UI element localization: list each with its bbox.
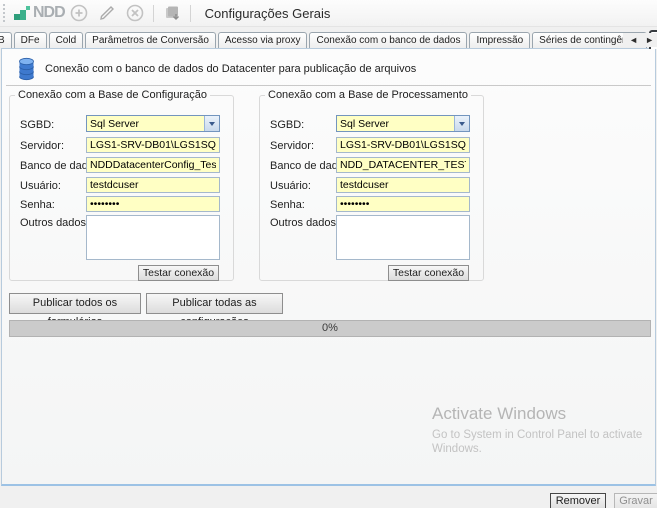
add-icon — [70, 4, 88, 22]
servidor-input[interactable] — [336, 137, 470, 153]
progress-percent-label: 0% — [10, 321, 650, 336]
ndd-logo-text: NDD — [33, 4, 65, 22]
remover-button[interactable]: Remover — [550, 493, 606, 508]
servidor-label: Servidor: — [270, 140, 314, 152]
chevron-down-icon[interactable] — [204, 116, 219, 131]
toolbar-separator — [190, 5, 191, 22]
publish-icon — [163, 4, 181, 22]
gravar-button[interactable]: Gravar — [614, 493, 657, 508]
usuario-label: Usuário: — [20, 180, 61, 192]
outros-dados-label: Outros dados: — [270, 217, 339, 229]
toolbar-grip[interactable] — [3, 4, 7, 22]
usuario-input[interactable] — [86, 177, 220, 193]
database-icon — [18, 57, 35, 81]
group-title: Conexão com a Base de Configuração — [15, 89, 210, 101]
tab-scroll-controls: ◄ ► — [623, 33, 657, 47]
senha-label: Senha: — [20, 199, 55, 211]
testar-conexao-button[interactable]: Testar conexão — [388, 265, 469, 281]
tab-scroll-right-icon[interactable]: ► — [645, 34, 654, 46]
publicar-configuracoes-button[interactable]: Publicar todas as configurações — [146, 293, 283, 314]
app-window: NDD Configura — [0, 0, 657, 508]
sgbd-select[interactable]: Sql Server — [336, 115, 470, 132]
delete-button[interactable] — [124, 2, 146, 24]
edit-button[interactable] — [96, 2, 118, 24]
sgbd-label: SGBD: — [270, 119, 304, 131]
tab-scroll-left-icon[interactable]: ◄ — [629, 34, 638, 46]
usuario-input[interactable] — [336, 177, 470, 193]
sgbd-selected-value: Sql Server — [337, 118, 454, 130]
group-base-configuracao: Conexão com a Base de Configuração SGBD:… — [9, 89, 234, 281]
sgbd-selected-value: Sql Server — [87, 118, 204, 130]
usuario-label: Usuário: — [270, 180, 311, 192]
publish-progress-bar: 0% — [9, 320, 651, 337]
tab-parametros-conversao[interactable]: Parâmetros de Conversão — [85, 32, 216, 49]
info-banner-text: Conexão com o banco de dados do Datacent… — [45, 63, 416, 75]
banco-dados-input[interactable] — [86, 157, 220, 173]
chevron-down-icon[interactable] — [454, 116, 469, 131]
publicar-formularios-button[interactable]: Publicar todos os formulários — [9, 293, 141, 314]
toolbar-separator — [153, 5, 154, 22]
senha-input[interactable] — [336, 196, 470, 212]
tab-b[interactable]: B — [0, 32, 12, 49]
outros-dados-label: Outros dados: — [20, 217, 89, 229]
ndd-logo-icon — [13, 5, 31, 21]
tab-conexao-banco-dados[interactable]: Conexão com o banco de dados — [309, 32, 467, 49]
banco-dados-input[interactable] — [336, 157, 470, 173]
publish-button[interactable] — [161, 2, 183, 24]
outros-dados-input[interactable] — [336, 215, 470, 260]
testar-conexao-button[interactable]: Testar conexão — [138, 265, 219, 281]
group-title: Conexão com a Base de Processamento — [265, 89, 471, 101]
servidor-input[interactable] — [86, 137, 220, 153]
senha-input[interactable] — [86, 196, 220, 212]
tab-cold[interactable]: Cold — [49, 32, 84, 49]
footer-bar: Remover Gravar — [0, 488, 657, 508]
outros-dados-input[interactable] — [86, 215, 220, 260]
tab-strip: B DFe Cold Parâmetros de Conversão Acess… — [0, 30, 657, 49]
pencil-icon — [98, 4, 116, 22]
servidor-label: Servidor: — [20, 140, 64, 152]
sgbd-label: SGBD: — [20, 119, 54, 131]
group-base-processamento: Conexão com a Base de Processamento SGBD… — [259, 89, 484, 281]
add-button[interactable] — [68, 2, 90, 24]
tabpage-datacenter: Conexão com o banco de dados do Datacent… — [1, 48, 656, 486]
ndd-logo: NDD — [13, 4, 65, 22]
tab-impressao[interactable]: Impressão — [469, 32, 530, 49]
page-title: Configurações Gerais — [205, 6, 331, 21]
senha-label: Senha: — [270, 199, 305, 211]
sgbd-select[interactable]: Sql Server — [86, 115, 220, 132]
tab-acesso-via-proxy[interactable]: Acesso via proxy — [218, 32, 308, 49]
close-circle-icon — [126, 4, 144, 22]
tab-dfe[interactable]: DFe — [14, 32, 47, 49]
info-banner: Conexão com o banco de dados do Datacent… — [6, 53, 651, 86]
toolbar: NDD Configura — [0, 0, 657, 27]
